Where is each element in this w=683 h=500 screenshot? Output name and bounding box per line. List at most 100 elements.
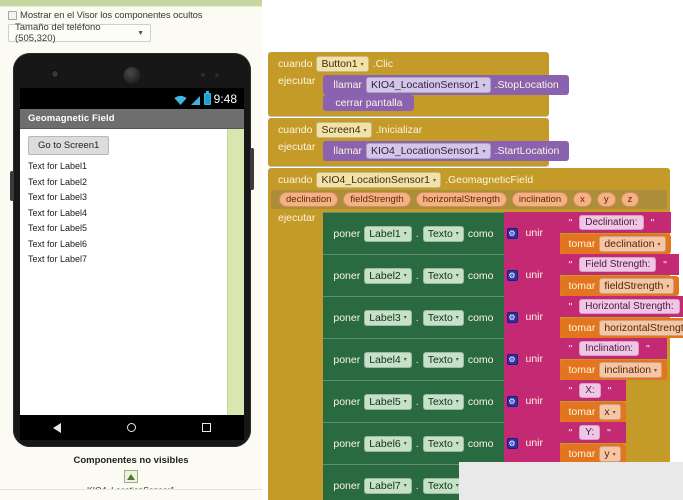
text-string-value[interactable]: Declination:: [579, 215, 644, 230]
non-visible-component-item[interactable]: KIO4_LocationSensor1: [0, 470, 262, 489]
get-variable-dropdown[interactable]: x ▾: [599, 404, 621, 420]
setter-component-dropdown[interactable]: Label5 ▾: [364, 393, 412, 410]
get-keyword: tomar: [568, 364, 596, 376]
back-icon[interactable]: [53, 422, 61, 433]
text-string-block[interactable]: " Inclination: ": [559, 338, 668, 359]
text-string-value[interactable]: Inclination:: [579, 341, 640, 356]
chevron-down-icon: ▾: [455, 357, 459, 363]
join-block[interactable]: ⚙ unir: [503, 296, 560, 338]
text-string-block[interactable]: " Declination: ": [559, 212, 671, 233]
event-block-screen4-initialize[interactable]: cuando Screen4 ▾ .Inicializar ejecutar llamar…: [268, 118, 570, 166]
text-string-block[interactable]: " Field Strength: ": [559, 254, 680, 275]
dropdown-value: Texto: [427, 353, 453, 366]
show-hidden-components-row[interactable]: Mostrar en el Visor los componentes ocul…: [8, 10, 203, 21]
mutator-gear-icon[interactable]: ⚙: [506, 269, 518, 281]
when-keyword: cuando: [278, 58, 313, 70]
blocks-workspace[interactable]: cuando Button1 ▾ .Clic ejecutar llamar KIO4_Lo…: [262, 0, 683, 500]
setter-property-dropdown[interactable]: Texto ▾: [422, 309, 464, 326]
recents-icon[interactable]: [202, 423, 211, 432]
get-variable-dropdown[interactable]: horizontalStrength▾: [599, 320, 683, 336]
setter-component-dropdown[interactable]: Label1 ▾: [364, 225, 412, 242]
text-string-value[interactable]: Y:: [579, 425, 601, 440]
phone-size-select[interactable]: Tamaño del teléfono (505,320) ▼: [8, 22, 151, 44]
setter-component-dropdown[interactable]: Label6 ▾: [364, 435, 412, 452]
setter-component-dropdown[interactable]: Label4 ▾: [364, 351, 412, 368]
set-property-block[interactable]: poner Label1 ▾. Texto ▾ como: [323, 212, 504, 254]
call-component-dropdown[interactable]: KIO4_LocationSensor1 ▾: [365, 77, 491, 93]
home-icon[interactable]: [127, 423, 136, 432]
text-string-value[interactable]: Field Strength:: [579, 257, 657, 272]
quote-open: ": [568, 342, 573, 355]
event-component-dropdown[interactable]: Screen4 ▾: [316, 122, 372, 138]
text-string-block[interactable]: " X: ": [559, 380, 626, 401]
dropdown-value: Label5: [369, 395, 401, 408]
call-block[interactable]: llamar KIO4_LocationSensor1 ▾ .StartLocatio…: [323, 141, 570, 161]
screen-title: Geomagnetic Field: [28, 113, 115, 124]
non-visible-components-title: Componentes no visibles: [73, 455, 189, 466]
setter-component-dropdown[interactable]: Label7 ▾: [364, 477, 412, 494]
mutator-gear-icon[interactable]: ⚙: [506, 227, 518, 239]
get-variable-block[interactable]: tomarhorizontalStrength▾: [559, 318, 683, 338]
get-variable-block[interactable]: tomar declination ▾: [559, 234, 671, 254]
set-property-block[interactable]: poner Label3 ▾. Texto ▾ como: [323, 296, 504, 338]
get-variable-dropdown[interactable]: fieldStrength ▾: [599, 278, 675, 294]
setter-property-dropdown[interactable]: Texto ▾: [422, 477, 464, 494]
event-component-dropdown[interactable]: Button1 ▾: [316, 56, 369, 72]
go-to-screen1-button[interactable]: Go to Screen1: [28, 136, 110, 155]
close-screen-block[interactable]: cerrar pantalla: [323, 95, 415, 111]
setter-component-dropdown[interactable]: Label3 ▾: [364, 309, 412, 326]
set-property-block[interactable]: poner Label4 ▾. Texto ▾ como: [323, 338, 504, 380]
mutator-gear-icon[interactable]: ⚙: [506, 395, 518, 407]
join-block[interactable]: ⚙ unir: [503, 254, 560, 296]
join-block[interactable]: ⚙ unir: [503, 380, 560, 422]
show-hidden-components-checkbox[interactable]: [8, 11, 17, 20]
bottom-right-panel: [459, 462, 683, 500]
do-keyword: ejecutar: [278, 212, 316, 224]
set-property-block[interactable]: poner Label2 ▾. Texto ▾ como: [323, 254, 504, 296]
join-block[interactable]: ⚙ unir: [503, 338, 560, 380]
phone-side-button: [250, 148, 254, 190]
setter-property-dropdown[interactable]: Texto ▾: [422, 225, 464, 242]
phone-screen: 9:48 Geomagnetic Field Go to Screen1 Tex…: [20, 88, 244, 415]
setter-property-dropdown[interactable]: Texto ▾: [422, 435, 464, 452]
text-string-value[interactable]: Horizontal Strength:: [579, 299, 680, 314]
text-string-value[interactable]: X:: [579, 383, 601, 398]
get-variable-block[interactable]: tomar inclination ▾: [559, 360, 668, 380]
setter-component-dropdown[interactable]: Label2 ▾: [364, 267, 412, 284]
chevron-down-icon: ▾: [455, 231, 459, 237]
get-variable-dropdown[interactable]: declination ▾: [599, 236, 666, 252]
mutator-gear-icon[interactable]: ⚙: [506, 311, 518, 323]
chevron-down-icon: ▾: [666, 283, 670, 290]
call-block[interactable]: llamar KIO4_LocationSensor1 ▾ .StopLocation: [323, 75, 569, 95]
join-block[interactable]: ⚙ unir: [503, 212, 560, 254]
dropdown-value: KIO4_LocationSensor1: [370, 145, 480, 157]
get-variable-block[interactable]: tomar x ▾: [559, 402, 626, 422]
setter-property-dropdown[interactable]: Texto ▾: [422, 267, 464, 284]
quote-open: ": [568, 426, 573, 439]
mutator-gear-icon[interactable]: ⚙: [506, 353, 518, 365]
quote-open: ": [568, 384, 573, 397]
do-keyword: ejecutar: [278, 141, 316, 153]
call-component-dropdown[interactable]: KIO4_LocationSensor1 ▾: [365, 143, 491, 159]
event-block-button1-click[interactable]: cuando Button1 ▾ .Clic ejecutar llamar KIO4_Lo…: [268, 52, 569, 116]
event-block-geomagnetic-field[interactable]: cuando KIO4_LocationSensor1 ▾ .GeomagneticF…: [268, 168, 683, 500]
dropdown-value: Label2: [369, 269, 401, 282]
phone-front-camera-icon: [52, 71, 58, 77]
quote-open: ": [568, 216, 573, 229]
get-variable-dropdown[interactable]: y ▾: [599, 446, 621, 462]
mutator-gear-icon[interactable]: ⚙: [506, 437, 518, 449]
set-property-block[interactable]: poner Label6 ▾. Texto ▾ como: [323, 422, 504, 464]
set-property-block[interactable]: poner Label5 ▾. Texto ▾ como: [323, 380, 504, 422]
get-variable-dropdown[interactable]: inclination ▾: [599, 362, 663, 378]
text-string-block[interactable]: " Y: ": [559, 422, 626, 443]
chevron-down-icon: ▾: [403, 273, 407, 279]
get-keyword: tomar: [568, 406, 596, 418]
text-string-block[interactable]: "Horizontal Strength:": [559, 296, 683, 317]
app-screenshot: Mostrar en el Visor los componentes ocul…: [0, 0, 683, 500]
get-variable-block[interactable]: tomar y ▾: [559, 444, 626, 464]
setter-property-dropdown[interactable]: Texto ▾: [422, 393, 464, 410]
event-component-dropdown[interactable]: KIO4_LocationSensor1 ▾: [316, 172, 442, 188]
setter-property-dropdown[interactable]: Texto ▾: [422, 351, 464, 368]
get-variable-block[interactable]: tomar fieldStrength ▾: [559, 276, 680, 296]
join-block[interactable]: ⚙ unir: [503, 422, 560, 464]
